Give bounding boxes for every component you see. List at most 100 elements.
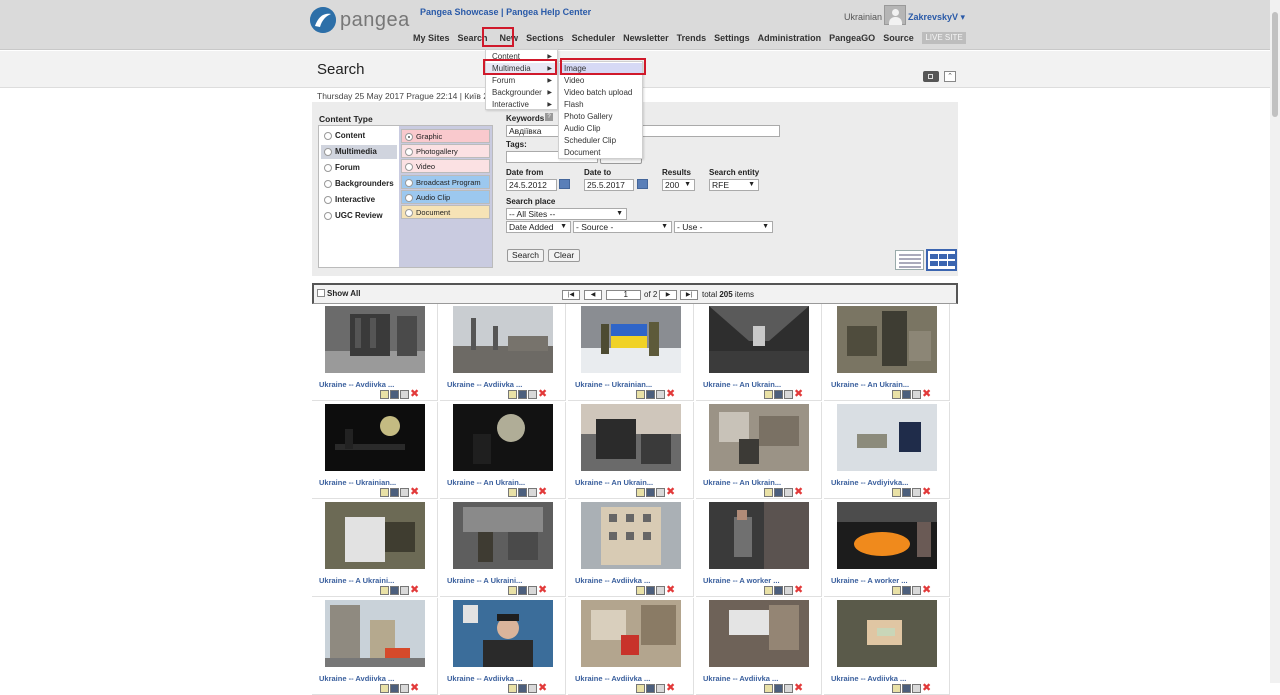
delete-icon[interactable]: ✖ xyxy=(922,389,931,400)
save-icon[interactable] xyxy=(390,586,399,595)
radio-button[interactable] xyxy=(405,148,413,157)
date-to-input[interactable]: 25.5.2017 xyxy=(584,179,634,191)
save-icon[interactable] xyxy=(774,488,783,497)
radio-button[interactable] xyxy=(324,164,332,172)
delete-icon[interactable]: ✖ xyxy=(794,389,803,400)
delete-icon[interactable]: ✖ xyxy=(410,487,419,498)
result-item[interactable]: Ukraine -- An Ukrain... ✖ xyxy=(440,402,566,499)
image-add-icon[interactable] xyxy=(636,488,645,497)
delete-icon[interactable]: ✖ xyxy=(922,683,931,694)
preview-icon[interactable] xyxy=(912,586,921,595)
save-icon[interactable] xyxy=(646,390,655,399)
date-added-select[interactable]: Date Added ▼ xyxy=(506,221,571,233)
user-menu[interactable]: ZakrevskyV ▾ xyxy=(908,12,965,23)
nav-sections[interactable]: Sections xyxy=(526,33,564,43)
radio-button[interactable] xyxy=(324,180,332,188)
thumbnail-image[interactable] xyxy=(325,502,425,569)
save-icon[interactable] xyxy=(774,684,783,693)
preview-icon[interactable] xyxy=(656,488,665,497)
thumbnail-image[interactable] xyxy=(837,404,937,471)
save-icon[interactable] xyxy=(774,390,783,399)
radio-button[interactable] xyxy=(324,212,332,220)
thumbnail-image[interactable] xyxy=(453,600,553,667)
thumbnail-image[interactable] xyxy=(581,404,681,471)
result-item[interactable]: Ukraine -- Avdiivka ... ✖ xyxy=(568,500,694,597)
radio-button[interactable] xyxy=(405,163,413,172)
result-item[interactable]: Ukraine -- A Ukraini... ✖ xyxy=(440,500,566,597)
menu-item-interactive[interactable]: Interactive ▶ xyxy=(486,99,557,111)
grid-view-button[interactable] xyxy=(926,249,957,271)
thumbnail-image[interactable] xyxy=(581,502,681,569)
save-icon[interactable] xyxy=(902,586,911,595)
delete-icon[interactable]: ✖ xyxy=(538,487,547,498)
subtype-graphic[interactable]: Graphic xyxy=(401,129,490,143)
delete-icon[interactable]: ✖ xyxy=(538,683,547,694)
image-add-icon[interactable] xyxy=(508,684,517,693)
submenu-item-video[interactable]: Video xyxy=(559,75,642,87)
submenu-item-audio-clip[interactable]: Audio Clip xyxy=(559,123,642,135)
nav-pangeago[interactable]: PangeaGO xyxy=(829,33,875,43)
use-select[interactable]: - Use - ▼ xyxy=(674,221,773,233)
preview-icon[interactable] xyxy=(656,684,665,693)
image-add-icon[interactable] xyxy=(508,390,517,399)
result-item[interactable]: Ukraine -- An Ukrain... ✖ xyxy=(568,402,694,499)
radio-button[interactable] xyxy=(405,178,413,187)
content-type-multimedia[interactable]: Multimedia xyxy=(321,145,397,159)
submenu-item-document[interactable]: Document xyxy=(559,147,642,159)
preview-icon[interactable] xyxy=(912,684,921,693)
calendar-icon[interactable] xyxy=(637,179,648,189)
image-add-icon[interactable] xyxy=(764,390,773,399)
submenu-item-image[interactable]: Image xyxy=(559,63,642,75)
nav-trends[interactable]: Trends xyxy=(677,33,707,43)
result-item[interactable]: Ukraine -- An Ukrain... ✖ xyxy=(696,304,822,401)
result-item[interactable]: Ukraine -- A Ukraini... ✖ xyxy=(312,500,438,597)
save-icon[interactable] xyxy=(518,586,527,595)
save-icon[interactable] xyxy=(518,488,527,497)
content-type-content[interactable]: Content xyxy=(321,129,397,143)
image-add-icon[interactable] xyxy=(764,586,773,595)
calendar-icon[interactable] xyxy=(559,179,570,189)
save-icon[interactable] xyxy=(390,390,399,399)
image-add-icon[interactable] xyxy=(892,488,901,497)
pangea-showcase-link[interactable]: Pangea Showcase xyxy=(420,7,499,17)
image-add-icon[interactable] xyxy=(380,684,389,693)
result-item[interactable]: Ukraine -- Ukrainian... ✖ xyxy=(568,304,694,401)
image-add-icon[interactable] xyxy=(892,586,901,595)
preview-icon[interactable] xyxy=(784,684,793,693)
delete-icon[interactable]: ✖ xyxy=(922,585,931,596)
nav-source[interactable]: Source xyxy=(883,33,914,43)
delete-icon[interactable]: ✖ xyxy=(538,585,547,596)
show-all-checkbox[interactable] xyxy=(317,289,325,297)
delete-icon[interactable]: ✖ xyxy=(794,487,803,498)
language-selector[interactable]: Ukrainian xyxy=(844,12,882,22)
menu-item-backgrounder[interactable]: Backgrounder ▶ xyxy=(486,87,557,99)
save-icon[interactable] xyxy=(518,684,527,693)
next-page-button[interactable]: ▶ xyxy=(659,290,677,300)
thumbnail-image[interactable] xyxy=(581,306,681,373)
delete-icon[interactable]: ✖ xyxy=(410,389,419,400)
keywords-input[interactable]: Авдіївка xyxy=(506,125,780,137)
subtype-audio-clip[interactable]: Audio Clip xyxy=(401,189,490,204)
save-icon[interactable] xyxy=(646,586,655,595)
subtype-document[interactable]: Document xyxy=(401,204,490,219)
radio-button[interactable] xyxy=(324,132,332,140)
thumbnail-image[interactable] xyxy=(453,502,553,569)
image-add-icon[interactable] xyxy=(508,586,517,595)
image-add-icon[interactable] xyxy=(508,488,517,497)
radio-button[interactable] xyxy=(324,148,332,156)
image-add-icon[interactable] xyxy=(380,488,389,497)
save-icon[interactable] xyxy=(902,684,911,693)
delete-icon[interactable]: ✖ xyxy=(922,487,931,498)
page-input[interactable]: 1 xyxy=(606,290,641,300)
avatar[interactable] xyxy=(884,5,906,25)
thumbnail-image[interactable] xyxy=(325,600,425,667)
result-item[interactable]: Ukraine -- Avdiivka ... ✖ xyxy=(312,598,438,695)
submenu-item-flash[interactable]: Flash xyxy=(559,99,642,111)
search-button[interactable]: Search xyxy=(507,249,544,262)
preview-icon[interactable] xyxy=(656,390,665,399)
thumbnail-image[interactable] xyxy=(325,404,425,471)
result-item[interactable]: Ukraine -- Avdiivka ... ✖ xyxy=(568,598,694,695)
result-item[interactable]: Ukraine -- A worker ... ✖ xyxy=(824,500,950,597)
pangea-help-center-link[interactable]: Pangea Help Center xyxy=(506,7,591,17)
source-select[interactable]: - Source - ▼ xyxy=(573,221,672,233)
